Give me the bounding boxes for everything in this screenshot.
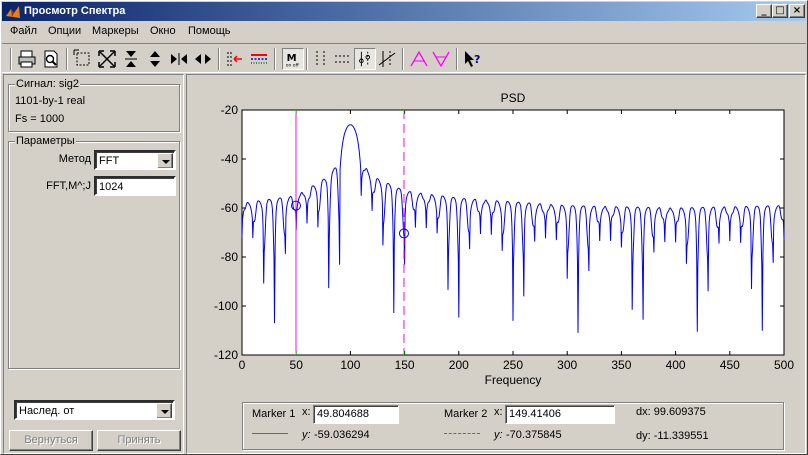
chevron-down-icon[interactable] [157,153,173,168]
menu-window[interactable]: Окно [150,25,176,37]
select-line-icon[interactable] [224,48,246,70]
marker2-x-label: x: [494,406,503,418]
svg-text:M: M [287,53,297,64]
print-icon[interactable] [16,48,38,70]
y-tick-label: -100 [214,299,238,313]
toolbar-separator [218,48,220,70]
toolbar-separator [10,48,12,70]
toolbar-separator [402,48,404,70]
method-select[interactable]: FFT [94,150,176,170]
marker2-line-swatch [444,433,480,434]
zoom-in-y-icon[interactable] [120,48,142,70]
marker1-x-value: 49.804688 [317,408,369,420]
peaks-icon[interactable] [408,48,430,70]
marker1-x-label: x: [302,406,311,418]
vertical-markers-icon[interactable] [310,48,332,70]
zoom-in-x-icon[interactable] [168,48,190,70]
toolbar-separator [66,48,68,70]
zoom-out-x-icon[interactable] [192,48,214,70]
inherit-select[interactable]: Наслед. от [14,400,175,420]
dx-readout: dx: 99.609375 [636,406,706,418]
fft-length-value: 1024 [99,181,124,193]
x-tick-label: 500 [774,358,794,372]
slope-marker-icon[interactable] [376,48,398,70]
chart-title: PSD [501,91,526,105]
close-button[interactable]: × [789,4,805,18]
signal-group-title: Сигнал: sig2 [15,78,81,90]
menu-markers[interactable]: Маркеры [92,25,139,37]
toolbar-separator [274,48,276,70]
matlab-app-icon [6,6,20,18]
inherit-value: Наслед. от [19,405,75,417]
signal-size: 1101-by-1 real [15,95,86,107]
color-line-icon[interactable] [248,48,270,70]
marker2-x-value: 149.41406 [509,408,561,420]
x-tick-label: 300 [557,358,577,372]
menu-options[interactable]: Опции [48,25,81,37]
svg-text:on off: on off [286,62,300,68]
chevron-down-icon[interactable] [156,403,172,418]
dy-readout: dy: -11.339551 [636,430,709,442]
x-tick-label: 100 [340,358,360,372]
params-group: Параметры Метод FFT FFT,M^;J 1024 [8,135,180,369]
fft-length-input[interactable]: 1024 [94,176,176,196]
x-tick-label: 450 [720,358,740,372]
marker-toggle-icon[interactable]: M on off [282,48,304,70]
minimize-button[interactable]: _ [756,4,772,18]
marker2-label: Marker 2 [444,408,488,420]
menu-file[interactable]: Файл [10,25,37,37]
y-tick-label: -20 [221,103,239,117]
menu-help[interactable]: Помощь [188,25,231,37]
plot-panel: PSD Frequency 0 50 100 150 200 250 300 350 400 450 5… [186,74,806,454]
title-bar: Просмотр Спектра _ □ × [2,2,806,21]
x-tick-label: 350 [611,358,631,372]
apply-button[interactable]: Принять [97,430,181,451]
spectrum-viewer-window: Просмотр Спектра _ □ × Файл Опции Маркер… [0,0,808,455]
psd-chart[interactable]: PSD Frequency 0 50 100 150 200 250 300 350 400 450 5… [187,75,805,400]
toolbar-separator [456,48,458,70]
toolbar-separator [306,48,308,70]
zoom-full-icon[interactable] [96,48,118,70]
x-tick-label: 0 [239,358,246,372]
params-group-title: Параметры [15,135,76,147]
revert-button[interactable]: Вернуться [9,430,93,451]
svg-text:?: ? [474,53,480,66]
zoom-out-y-icon[interactable] [144,48,166,70]
maximize-button[interactable]: □ [772,4,788,18]
method-label: Метод [58,153,91,165]
marker2-x-input[interactable]: 149.41406 [505,405,615,424]
x-tick-label: 50 [290,358,304,372]
marker2-y-label: y: [494,429,503,441]
marker1-x-input[interactable]: 49.804688 [313,405,399,424]
y-tick-label: -40 [221,152,239,166]
marker1-y-value: -59.036294 [314,429,370,441]
y-tick-label: -60 [221,201,239,215]
marker-readout: Marker 1 x: 49.804688 y: -59.036294 Mark… [242,402,784,450]
x-tick-label: 250 [503,358,523,372]
print-preview-icon[interactable] [40,48,62,70]
menu-bar: Файл Опции Маркеры Окно Помощь [2,22,806,41]
x-tick-label: 200 [449,358,469,372]
fft-length-label: FFT,M^;J [46,180,91,192]
toolbar: M on off ? [2,43,806,73]
left-panel: Сигнал: sig2 1101-by-1 real Fs = 1000 Па… [3,74,184,454]
valleys-icon[interactable] [430,48,452,70]
marker1-label: Marker 1 [252,408,296,420]
signal-fs: Fs = 1000 [15,113,65,125]
x-tick-label: 400 [666,358,686,372]
zoom-box-icon[interactable] [72,48,94,70]
x-axis-label: Frequency [485,373,542,387]
signal-group: Сигнал: sig2 1101-by-1 real Fs = 1000 [8,78,180,132]
horizontal-markers-icon[interactable] [332,48,354,70]
method-value: FFT [99,155,120,167]
y-tick-label: -80 [221,250,239,264]
marker1-y-label: y: [302,429,311,441]
y-tick-label: -120 [214,348,238,362]
whats-this-icon[interactable]: ? [462,48,484,70]
window-title: Просмотр Спектра [24,5,126,17]
track-marker-icon[interactable] [354,48,376,70]
marker1-line-swatch [252,433,288,434]
x-tick-label: 150 [395,358,415,372]
marker2-y-value: -70.375845 [506,429,562,441]
